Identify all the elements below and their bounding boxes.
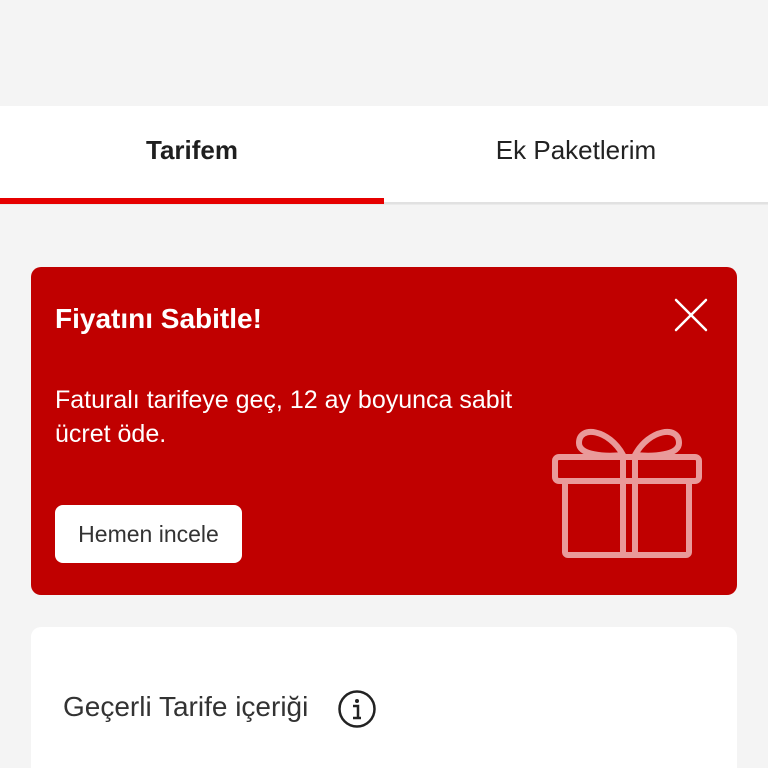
promo-banner: Fiyatını Sabitle! Faturalı tarifeye geç,… <box>31 267 737 595</box>
promo-description: Faturalı tarifeye geç, 12 ay boyunca sab… <box>55 386 513 448</box>
promo-title: Fiyatını Sabitle! <box>55 303 262 334</box>
hemen-incele-button[interactable]: Hemen incele <box>55 505 242 563</box>
close-icon[interactable] <box>671 295 711 335</box>
tariff-content-card: Geçerli Tarife içeriği <box>31 627 737 768</box>
tab-tarifem[interactable]: Tarifem <box>0 106 384 204</box>
tariff-content-title: Geçerli Tarife içeriği <box>63 691 309 722</box>
tab-ek-paketlerim[interactable]: Ek Paketlerim <box>384 106 768 204</box>
tab-bar: Tarifem Ek Paketlerim <box>0 106 768 204</box>
tab-label: Ek Paketlerim <box>495 134 657 165</box>
screen: Tarifem Ek Paketlerim Fiyatını Sabitle! … <box>0 0 768 768</box>
active-tab-indicator <box>0 198 384 204</box>
info-icon[interactable] <box>337 689 377 729</box>
gift-icon <box>552 429 702 558</box>
tab-label: Tarifem <box>146 134 238 165</box>
